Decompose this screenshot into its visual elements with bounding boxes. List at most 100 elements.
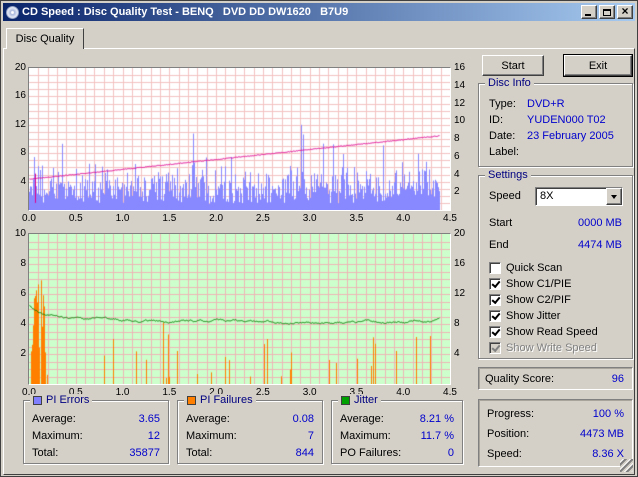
exit-button-label: Exit	[588, 59, 608, 72]
checkbox-show-c2-pif[interactable]: Show C2/PIF	[489, 292, 626, 308]
window-title: CD Speed : Disc Quality Test - BENQ DVD …	[22, 6, 349, 18]
stat-row: Total: 844	[186, 447, 314, 459]
checkbox-box[interactable]	[489, 326, 501, 338]
disc-info-title: Disc Info	[485, 77, 534, 89]
axis-tick-label: 8	[20, 147, 26, 159]
jitter-panel-title: Jitter	[354, 394, 378, 406]
axis-tick-label: 2	[454, 186, 460, 198]
checkbox-box[interactable]	[489, 278, 501, 290]
quality-score-label: Quality Score:	[485, 372, 555, 385]
window-controls	[581, 5, 633, 19]
position-row: Position: 4473 MB	[487, 428, 624, 440]
axis-tick-label: 0.5	[68, 213, 83, 224]
axis-tick-label: 4	[454, 168, 460, 180]
status-panel: Progress: 100 % Position: 4473 MB Speed: 8.…	[478, 399, 633, 467]
disc-info-row: Type: DVD+R	[489, 98, 565, 110]
pi-failures-legend-swatch	[187, 395, 196, 405]
axis-tick-label: 1.0	[115, 387, 130, 398]
start-button-label: Start	[501, 59, 525, 72]
checkbox-show-read-speed[interactable]: Show Read Speed	[489, 324, 626, 340]
checkbox-show-c1-pie[interactable]: Show C1/PIE	[489, 276, 626, 292]
speed-row: Speed: 8.36 X	[487, 448, 624, 460]
axis-tick-label: 12	[454, 97, 466, 109]
axis-tick-label: 3.0	[302, 213, 317, 224]
axis-tick-label: 2.5	[255, 213, 270, 224]
axis-tick-label: 4	[20, 318, 26, 329]
axis-tick-label: 1.5	[162, 213, 177, 224]
pi-failures-panel-caption: PI Failures	[184, 394, 256, 406]
start-field-value: 0000 MB	[577, 217, 622, 229]
pi-errors-plot-canvas	[29, 68, 450, 210]
pi-failures-plot-canvas	[29, 234, 450, 384]
axis-tick-label: 10	[14, 228, 26, 239]
pi-failures-panel-title: PI Failures	[200, 394, 253, 406]
start-button[interactable]: Start	[482, 55, 544, 76]
jitter-panel: Jitter Average: 8.21 % Maximum: 11.7 % PO …	[331, 394, 463, 464]
speed-label: Speed	[489, 190, 521, 202]
speed-selected-value: 8X	[540, 190, 554, 202]
checkbox-quick-scan[interactable]: Quick Scan	[489, 260, 626, 276]
pi-errors-x-axis: 0.0 0.5 1.0 1.5 2.0 2.5 3.0 3.5 4.0 4.5	[22, 213, 457, 225]
app-window: CD Speed : Disc Quality Test - BENQ DVD …	[0, 0, 638, 477]
read-speed-right-axis: 16 14 12 10 8 6 4 2	[454, 62, 474, 209]
resize-grip[interactable]	[620, 459, 633, 472]
pi-errors-panel-title: PI Errors	[46, 394, 90, 406]
axis-tick-label: 16	[14, 90, 26, 102]
axis-tick-label: 4.0	[396, 213, 411, 224]
progress-row: Progress: 100 %	[487, 408, 624, 420]
disc-info-row: Date: 23 February 2005	[489, 130, 614, 142]
disc-info-row: Label:	[489, 146, 519, 158]
jitter-legend-swatch	[341, 395, 350, 405]
checkbox-show-jitter[interactable]: Show Jitter	[489, 308, 626, 324]
start-field-label: Start	[489, 217, 513, 229]
close-button[interactable]	[617, 5, 633, 19]
title-bar[interactable]: CD Speed : Disc Quality Test - BENQ DVD …	[3, 3, 635, 21]
axis-tick-label: 3.5	[349, 213, 364, 224]
axis-tick-label: 10	[454, 115, 466, 127]
chevron-down-icon[interactable]	[606, 188, 622, 205]
maximize-button[interactable]	[599, 5, 615, 19]
disc-info-row: ID: YUDEN000 T02	[489, 114, 606, 126]
stat-row: Average: 3.65	[32, 413, 160, 425]
pi-errors-chart	[28, 67, 451, 211]
pi-errors-panel: PI Errors Average: 3.65 Maximum: 12 Total:…	[23, 394, 169, 464]
cd-disc-icon	[6, 5, 19, 19]
axis-tick-label: 12	[14, 118, 26, 130]
checkbox-box[interactable]	[489, 294, 501, 306]
minimize-button[interactable]	[581, 5, 597, 19]
axis-tick-label: 14	[454, 79, 466, 91]
stat-row: Average: 0.08	[186, 413, 314, 425]
axis-tick-label: 4.0	[396, 387, 411, 398]
pi-failures-chart	[28, 233, 451, 385]
checkbox-box[interactable]	[489, 310, 501, 322]
quality-score-value: 96	[611, 372, 624, 385]
end-field-label: End	[489, 239, 509, 251]
checkbox-box[interactable]	[489, 262, 501, 274]
exit-button[interactable]: Exit	[564, 55, 632, 76]
minimize-icon	[585, 14, 591, 16]
axis-tick-label: 16	[454, 258, 466, 269]
pi-errors-legend-swatch	[33, 395, 42, 405]
quality-score-panel: Quality Score: 96	[478, 367, 633, 390]
jitter-panel-caption: Jitter	[338, 394, 381, 406]
axis-tick-label: 2	[20, 348, 26, 359]
tab-label: Disc Quality	[15, 33, 75, 45]
axis-tick-label: 8	[20, 258, 26, 269]
stat-row: Maximum: 12	[32, 430, 160, 442]
axis-tick-label: 1.5	[162, 387, 177, 398]
axis-tick-label: 8	[454, 133, 460, 144]
axis-tick-label: 12	[454, 288, 466, 299]
settings-group: Settings Speed 8X Start 0000 MB End 4474…	[478, 169, 633, 359]
pi-errors-panel-caption: PI Errors	[30, 394, 93, 406]
stat-row: Maximum: 7	[186, 430, 314, 442]
speed-select[interactable]: 8X	[535, 187, 623, 206]
axis-tick-label: 1.0	[115, 213, 130, 224]
axis-tick-label: 20	[454, 228, 466, 239]
maximize-icon	[603, 8, 611, 16]
axis-tick-label: 3.0	[302, 387, 317, 398]
axis-tick-label: 6	[454, 150, 460, 162]
axis-tick-label: 16	[454, 62, 466, 73]
axis-tick-label: 4	[20, 175, 26, 187]
tab-disc-quality[interactable]: Disc Quality	[6, 28, 84, 49]
pi-errors-left-axis: 20 16 12 8 4	[7, 62, 26, 209]
